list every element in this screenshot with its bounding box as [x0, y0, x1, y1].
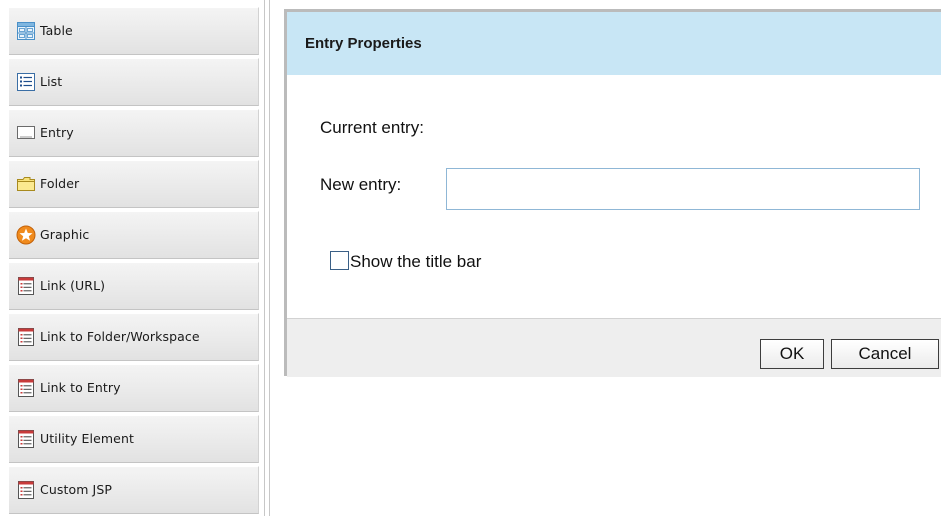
ok-button[interactable]: OK	[760, 339, 824, 369]
palette-item-label: Link to Entry	[40, 379, 121, 395]
palette-item-label: List	[40, 73, 63, 89]
palette-item-label: Link to Folder/Workspace	[40, 328, 200, 344]
list-icon	[16, 72, 36, 92]
palette-item-table[interactable]: Table	[9, 7, 259, 55]
current-entry-label: Current entry:	[320, 118, 424, 137]
link-icon	[16, 327, 36, 347]
dialog-title: Entry Properties	[305, 35, 422, 52]
show-title-bar-checkbox[interactable]	[330, 251, 349, 270]
palette-item-link-to-folder[interactable]: Link to Folder/Workspace	[9, 313, 259, 361]
dialog-footer: OK Cancel	[287, 318, 941, 377]
palette-item-label: Table	[40, 22, 73, 38]
palette-item-list[interactable]: List	[9, 58, 259, 106]
dialog-header: Entry Properties	[287, 12, 941, 75]
palette-item-label: Folder	[40, 175, 80, 191]
link-icon	[16, 429, 36, 449]
entry-icon	[16, 123, 36, 143]
palette-item-label: Entry	[40, 124, 74, 140]
palette-item-folder[interactable]: Folder	[9, 160, 259, 208]
link-icon	[16, 378, 36, 398]
cancel-button[interactable]: Cancel	[831, 339, 939, 369]
link-icon	[16, 276, 36, 296]
palette-item-graphic[interactable]: Graphic	[9, 211, 259, 259]
palette-item-link-to-entry[interactable]: Link to Entry	[9, 364, 259, 412]
new-entry-input[interactable]	[446, 168, 920, 210]
show-title-bar-label[interactable]: Show the title bar	[350, 252, 481, 272]
entry-properties-dialog: Entry Properties Current entry: New entr…	[284, 9, 941, 377]
palette-item-utility-element[interactable]: Utility Element	[9, 415, 259, 463]
palette-item-entry[interactable]: Entry	[9, 109, 259, 157]
new-entry-label: New entry:	[320, 175, 402, 194]
panel-divider	[269, 0, 270, 516]
palette-item-label: Graphic	[40, 226, 90, 242]
panel-divider	[264, 0, 265, 516]
graphic-icon	[16, 225, 36, 245]
table-icon	[16, 21, 36, 41]
element-palette: Table List Entry Folder Graphic Link (UR…	[0, 0, 262, 516]
palette-item-custom-jsp[interactable]: Custom JSP	[9, 466, 259, 514]
folder-icon	[16, 174, 36, 194]
palette-item-label: Link (URL)	[40, 277, 106, 293]
link-icon	[16, 480, 36, 500]
palette-item-label: Utility Element	[40, 430, 134, 446]
palette-item-label: Custom JSP	[40, 481, 113, 497]
palette-item-link-url[interactable]: Link (URL)	[9, 262, 259, 310]
